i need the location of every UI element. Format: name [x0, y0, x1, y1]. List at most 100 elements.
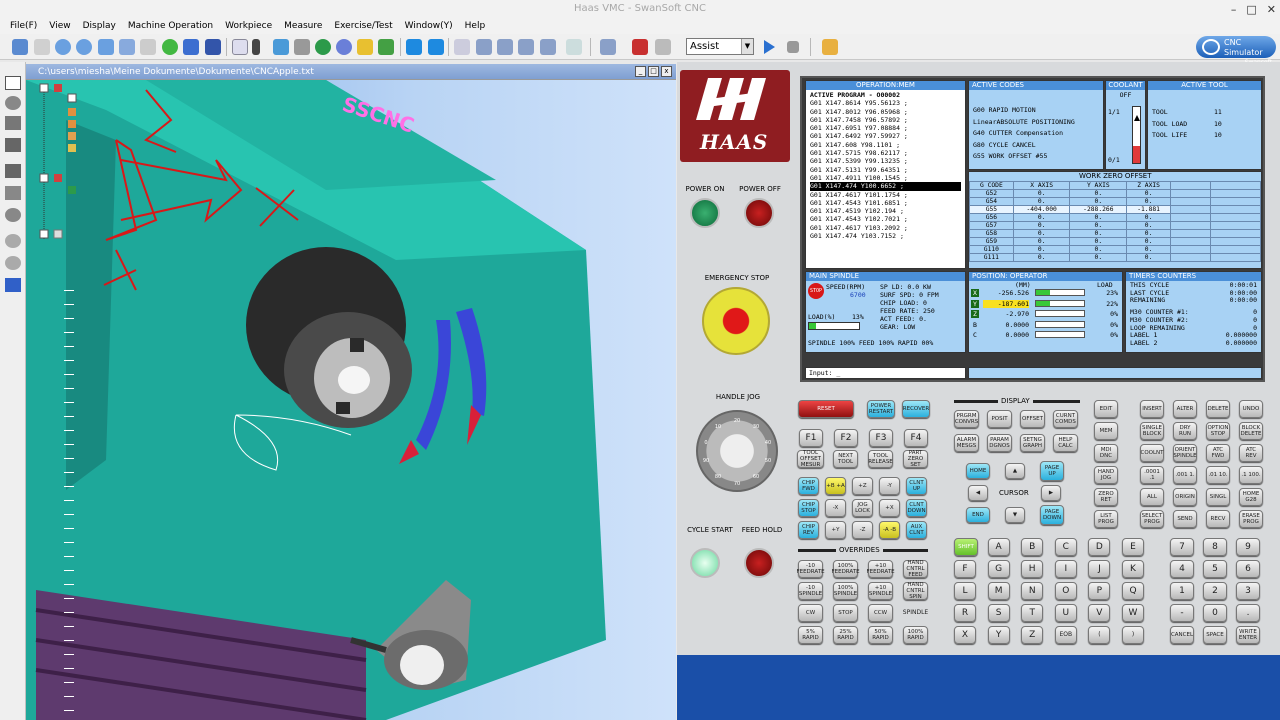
- number-key[interactable]: 2: [1203, 582, 1227, 600]
- settings-icon[interactable]: [5, 256, 21, 270]
- jog-key[interactable]: -Y: [879, 477, 900, 495]
- letter-key[interactable]: C: [1054, 538, 1077, 556]
- edit-key[interactable]: ATC REV: [1239, 444, 1263, 462]
- number-key[interactable]: 0: [1203, 604, 1227, 622]
- letter-key[interactable]: D: [1088, 538, 1111, 556]
- jog-key[interactable]: CHIP FWD: [798, 477, 819, 495]
- offset-row[interactable]: G110 0. 0. 0.: [969, 245, 1261, 254]
- page-up-button[interactable]: PAGE UP: [1040, 461, 1064, 481]
- gear-icon[interactable]: [5, 234, 21, 248]
- number-key[interactable]: 4: [1170, 560, 1194, 578]
- offset-row[interactable]: G58 0. 0. 0.: [969, 229, 1261, 238]
- letter-key[interactable]: EOB: [1054, 626, 1077, 644]
- f3-button[interactable]: F3: [869, 429, 893, 447]
- override-key[interactable]: +10 SPINDLE: [868, 582, 893, 600]
- bottom-key[interactable]: SPACE: [1203, 626, 1227, 644]
- letter-key[interactable]: T: [1021, 604, 1044, 622]
- zoom-in-icon[interactable]: [55, 39, 71, 55]
- f4-button[interactable]: F4: [904, 429, 928, 447]
- display-key[interactable]: SETNG GRAPH: [1020, 434, 1045, 452]
- program-line[interactable]: G01 X147.4543 Y101.6851 ;: [810, 199, 961, 207]
- number-key[interactable]: 7: [1170, 538, 1194, 556]
- offset-row[interactable]: G54 0. 0. 0.: [969, 197, 1261, 206]
- chevron-down-icon[interactable]: ▼: [741, 39, 753, 54]
- letter-key[interactable]: B: [1021, 538, 1044, 556]
- tool-holder-icon[interactable]: [5, 164, 21, 178]
- pan-icon[interactable]: [140, 39, 156, 55]
- offset-row[interactable]: G59 0. 0. 0.: [969, 237, 1261, 246]
- tool-icon[interactable]: [205, 39, 221, 55]
- program-line[interactable]: G01 X147.5131 Y99.64351 ;: [810, 166, 961, 174]
- coolant-icon[interactable]: [315, 39, 331, 55]
- override-key[interactable]: STOP: [833, 604, 858, 622]
- letter-key[interactable]: F: [954, 560, 976, 578]
- offset-row[interactable]: G57 0. 0. 0.: [969, 221, 1261, 230]
- menu-window[interactable]: Window(Y): [399, 18, 459, 34]
- edit-key[interactable]: ZERO RET: [1094, 488, 1118, 506]
- letter-key[interactable]: J: [1088, 560, 1111, 578]
- clamp-icon[interactable]: [294, 39, 310, 55]
- display-key[interactable]: ALARM MESGS: [954, 434, 979, 452]
- program-line[interactable]: G01 X147.474 Y103.7152 ;: [810, 232, 961, 240]
- number-key[interactable]: 1: [1170, 582, 1194, 600]
- letter-key[interactable]: H: [1021, 560, 1044, 578]
- number-key[interactable]: 9: [1236, 538, 1260, 556]
- number-key[interactable]: 6: [1236, 560, 1260, 578]
- jog-key[interactable]: +B +A: [825, 477, 846, 495]
- edit-key[interactable]: .1 100.: [1239, 466, 1263, 484]
- section-z-icon[interactable]: [518, 39, 534, 55]
- pencil-icon[interactable]: [5, 116, 21, 130]
- offset-row[interactable]: G56 0. 0. 0.: [969, 213, 1261, 222]
- edit-key[interactable]: DRY RUN: [1173, 422, 1197, 440]
- letter-key[interactable]: V: [1088, 604, 1111, 622]
- transparent-icon[interactable]: [454, 39, 470, 55]
- home-button[interactable]: HOME: [966, 463, 990, 479]
- edit-key[interactable]: INSERT: [1140, 400, 1164, 418]
- next-tool-button[interactable]: NEXT TOOL: [833, 450, 858, 468]
- letter-key[interactable]: R: [954, 604, 976, 622]
- work-offset-table[interactable]: G CODE X AXIS Y AXIS Z AXIS G52 0. 0. 0. G54…: [969, 181, 1261, 262]
- program-line[interactable]: G01 X147.6951 Y97.08884 ;: [810, 124, 961, 132]
- edit-key[interactable]: SEND: [1173, 510, 1197, 528]
- page-down-button[interactable]: PAGE DOWN: [1040, 505, 1064, 525]
- power-on-button[interactable]: [690, 198, 720, 228]
- letter-key[interactable]: Y: [987, 626, 1010, 644]
- play-icon[interactable]: [764, 40, 775, 54]
- power-restart-button[interactable]: POWER RESTART: [867, 400, 895, 418]
- tool-select-icon[interactable]: [232, 39, 248, 55]
- section-icon[interactable]: [476, 39, 492, 55]
- override-key[interactable]: 100% SPINDLE: [833, 582, 858, 600]
- dropdown-icon[interactable]: [252, 39, 260, 55]
- menu-machine-operation[interactable]: Machine Operation: [122, 18, 219, 34]
- edit-key[interactable]: ATC FWD: [1206, 444, 1230, 462]
- cube-icon[interactable]: [406, 39, 422, 55]
- number-key[interactable]: -: [1170, 604, 1194, 622]
- edit-key[interactable]: .0001 .1: [1140, 466, 1164, 484]
- jog-key[interactable]: +Z: [852, 477, 873, 495]
- view-icon[interactable]: [183, 39, 199, 55]
- vp-minimize-icon[interactable]: _: [635, 66, 646, 77]
- jog-key[interactable]: +Y: [825, 521, 846, 539]
- display-key[interactable]: PARAM DGNOS: [987, 434, 1012, 452]
- handle-jog-wheel[interactable]: 20 30 40 50 60 70 80 90 0 10: [696, 410, 778, 492]
- display-key[interactable]: PRGRM CONVRS: [954, 410, 979, 428]
- jog-key[interactable]: CLNT DOWN: [906, 499, 927, 517]
- zoom-out-icon[interactable]: [76, 39, 92, 55]
- display-key[interactable]: CURNT COMDS: [1053, 410, 1078, 428]
- number-key[interactable]: 5: [1203, 560, 1227, 578]
- jog-key[interactable]: -Z: [852, 521, 873, 539]
- jog-key[interactable]: CHIP REV: [798, 521, 819, 539]
- display-key[interactable]: HELP CALC: [1053, 434, 1078, 452]
- menu-workpiece[interactable]: Workpiece: [219, 18, 278, 34]
- jog-key[interactable]: -A -B: [879, 521, 900, 539]
- edit-key[interactable]: RECV: [1206, 510, 1230, 528]
- cube-solid-icon[interactable]: [428, 39, 444, 55]
- number-key[interactable]: 3: [1236, 582, 1260, 600]
- edit-key[interactable]: SINGLE BLOCK: [1140, 422, 1164, 440]
- edit-key[interactable]: ORIENT SPINDLE: [1173, 444, 1197, 462]
- maximize-icon[interactable]: □: [1246, 1, 1256, 19]
- section-y-icon[interactable]: [497, 39, 513, 55]
- letter-key[interactable]: O: [1054, 582, 1077, 600]
- display-key[interactable]: POSIT: [987, 410, 1012, 428]
- menu-display[interactable]: Display: [77, 18, 122, 34]
